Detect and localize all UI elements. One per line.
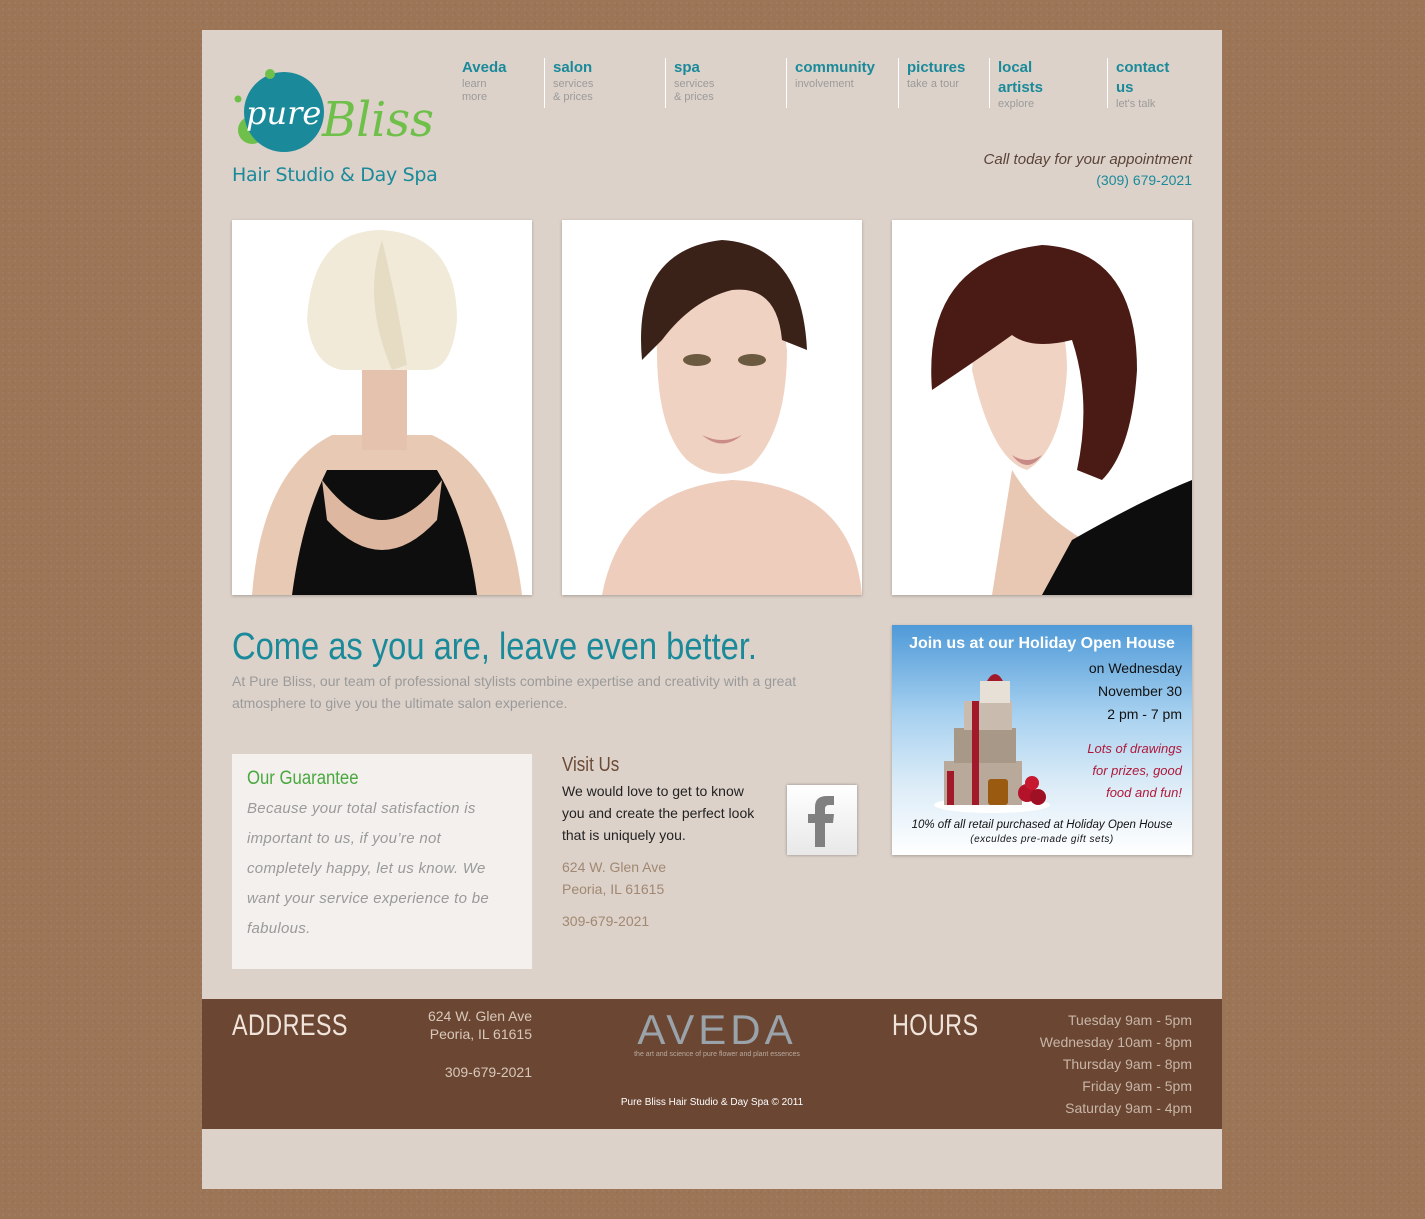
- visit-phone[interactable]: 309-679-2021: [562, 910, 862, 932]
- promo-note-1: Lots of drawings: [1087, 741, 1182, 756]
- nav-subtitle: services & prices: [674, 78, 715, 103]
- nav-item-spa[interactable]: spa services & prices: [665, 58, 714, 108]
- promo-note-2: for prizes, good: [1092, 763, 1182, 778]
- hours-friday: Friday 9am - 5pm: [1082, 1078, 1192, 1094]
- visit-text: We would love to get to know you and cre…: [562, 783, 755, 843]
- phone-link[interactable]: (309) 679-2021: [984, 170, 1192, 190]
- footer-address-line2: Peoria, IL 61615: [429, 1026, 532, 1042]
- nav-title[interactable]: community: [795, 58, 875, 78]
- visit-address-line2: Peoria, IL 61615: [562, 881, 665, 897]
- nav-item-local-artists[interactable]: local artists explore: [989, 58, 1043, 110]
- nav-title[interactable]: pictures: [907, 58, 965, 78]
- promo-day: on Wednesday: [1088, 660, 1182, 676]
- nav-title[interactable]: Aveda: [462, 58, 506, 78]
- photo-brunette-model: [562, 220, 862, 595]
- nav-item-aveda[interactable]: Aveda learn more: [454, 58, 506, 108]
- nav-item-contact-us[interactable]: contact us let's talk: [1107, 58, 1169, 110]
- visit-address: 624 W. Glen Ave Peoria, IL 61615: [562, 856, 862, 900]
- nav-subtitle: take a tour: [907, 78, 959, 90]
- photo-redhead-model: [892, 220, 1192, 595]
- hours-thursday: Thursday 9am - 8pm: [1062, 1056, 1192, 1072]
- site-footer: ADDRESS 624 W. Glen Ave Peoria, IL 61615…: [202, 999, 1222, 1129]
- appointment-callout: Call today for your appointment (309) 67…: [984, 150, 1192, 190]
- promo-time: 2 pm - 7 pm: [1107, 706, 1182, 722]
- photo-blonde-model: [232, 220, 532, 595]
- nav-title[interactable]: contact us: [1116, 58, 1169, 98]
- aveda-tagline: the art and science of pure flower and p…: [634, 1051, 800, 1058]
- promo-date: November 30: [1097, 683, 1182, 699]
- nav-subtitle: involvement: [795, 78, 854, 90]
- hours-tuesday: Tuesday 9am - 5pm: [1068, 1012, 1192, 1028]
- footer-address-line1: 624 W. Glen Ave: [427, 1008, 532, 1024]
- page-tagline: Come as you are, leave even better.: [232, 626, 758, 668]
- copyright: Pure Bliss Hair Studio & Day Spa © 2011: [620, 1097, 804, 1108]
- hours-wednesday: Wednesday 10am - 8pm: [1039, 1034, 1192, 1050]
- promo-title: Join us at our Holiday Open House: [909, 635, 1175, 652]
- svg-text:pure: pure: [246, 94, 321, 132]
- visit-address-line1: 624 W. Glen Ave: [562, 859, 667, 875]
- footer-address-label: ADDRESS: [232, 1009, 348, 1042]
- footer-hours-label: HOURS: [892, 1009, 979, 1042]
- nav-item-salon[interactable]: salon services & prices: [544, 58, 593, 108]
- guarantee-text: Because your total satisfaction is impor…: [247, 800, 489, 937]
- nav-title[interactable]: local artists: [998, 58, 1043, 98]
- nav-subtitle: learn more: [462, 78, 488, 103]
- svg-text:Bliss: Bliss: [321, 92, 434, 148]
- holiday-open-house-banner[interactable]: Join us at our Holiday Open House on Wed…: [892, 625, 1192, 855]
- nav-item-pictures[interactable]: pictures take a tour: [898, 58, 965, 108]
- facebook-button[interactable]: [787, 785, 857, 855]
- promo-exclusion: (exculdes pre-made gift sets): [970, 834, 1114, 845]
- logo-subtitle: Hair Studio & Day Spa: [232, 164, 438, 186]
- guarantee-title: Our Guarantee: [247, 768, 359, 789]
- hours-saturday: Saturday 9am - 4pm: [1065, 1100, 1192, 1116]
- footer-address: 624 W. Glen Ave Peoria, IL 61615: [372, 1007, 532, 1043]
- visit-title: Visit Us: [562, 754, 620, 776]
- promo-note-3: food and fun!: [1106, 785, 1182, 800]
- page-container: pure Bliss Hair Studio & Day Spa Aveda l…: [202, 30, 1222, 1189]
- gift-boxes-image: [934, 674, 1050, 813]
- promo-offer: 10% off all retail purchased at Holiday …: [911, 819, 1173, 831]
- guarantee-box: Our Guarantee Because your total satisfa…: [232, 754, 532, 969]
- nav-subtitle: services & prices: [553, 78, 594, 103]
- facebook-icon: [808, 796, 834, 847]
- call-text: Call today for your appointment: [983, 151, 1192, 168]
- nav-item-community[interactable]: community involvement: [786, 58, 875, 108]
- hours-list: Tuesday 9am - 5pm Wednesday 10am - 8pm T…: [1040, 1009, 1192, 1119]
- aveda-logo[interactable]: AVEDA: [622, 1007, 812, 1053]
- nav-subtitle: let's talk: [1116, 98, 1156, 110]
- nav-title[interactable]: salon: [553, 58, 593, 78]
- intro-text: At Pure Bliss, our team of professional …: [232, 673, 797, 711]
- nav-subtitle: explore: [998, 98, 1035, 110]
- footer-phone[interactable]: 309-679-2021: [372, 1064, 532, 1080]
- nav-title[interactable]: spa: [674, 58, 714, 78]
